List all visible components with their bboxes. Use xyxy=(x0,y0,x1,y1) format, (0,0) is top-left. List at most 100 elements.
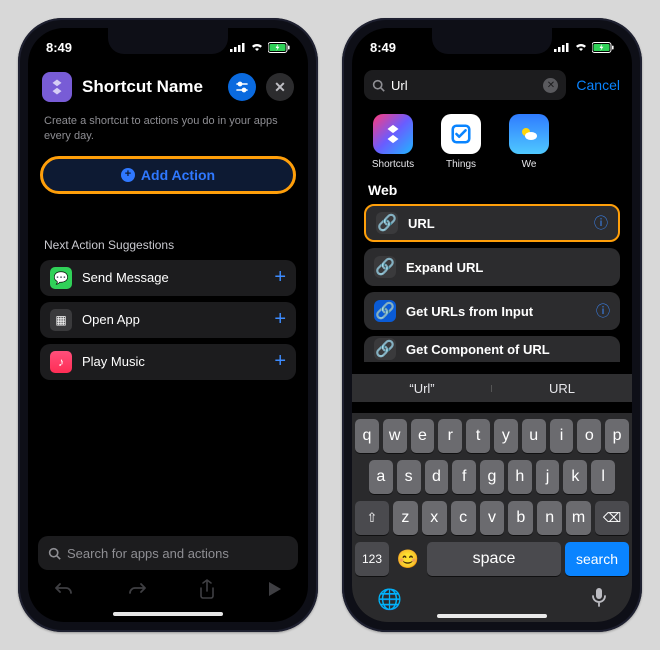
key-b[interactable]: b xyxy=(508,501,533,535)
app-label: We xyxy=(522,159,537,170)
action-label: URL xyxy=(408,216,584,231)
screen: 8:49 Shortcut Name ✕ Create a shortcut t… xyxy=(28,28,308,622)
key-q[interactable]: q xyxy=(355,419,379,453)
music-icon: ♪ xyxy=(50,351,72,373)
action-get-component-of-url[interactable]: 🔗 Get Component of URL xyxy=(364,336,620,362)
status-icons xyxy=(554,42,614,53)
signal-icon xyxy=(554,42,570,52)
action-get-urls-from-input[interactable]: 🔗 Get URLs from Input ⓘ xyxy=(364,292,620,330)
key-j[interactable]: j xyxy=(536,460,560,494)
dictation-icon[interactable] xyxy=(591,587,607,612)
key-m[interactable]: m xyxy=(566,501,591,535)
key-123[interactable]: 123 xyxy=(355,542,389,576)
keyboard-row-1: q w e r t y u i o p xyxy=(355,419,629,453)
share-icon[interactable] xyxy=(199,579,215,599)
cancel-button[interactable]: Cancel xyxy=(576,77,620,93)
key-f[interactable]: f xyxy=(452,460,476,494)
keyboard-row-3: ⇧ z x c v b n m ⌫ xyxy=(355,501,629,535)
status-icons xyxy=(230,42,290,53)
play-icon[interactable] xyxy=(268,581,282,597)
suggestion-open-app[interactable]: ▦ Open App + xyxy=(40,302,296,338)
key-v[interactable]: v xyxy=(480,501,505,535)
key-shift[interactable]: ⇧ xyxy=(355,501,389,535)
key-space[interactable]: space xyxy=(427,542,561,576)
search-icon xyxy=(372,79,385,92)
search-input[interactable]: Url ✕ xyxy=(364,70,566,100)
search-icon xyxy=(48,547,61,560)
intro-text: Create a shortcut to actions you do in y… xyxy=(28,112,308,154)
suggestion-label: Open App xyxy=(82,312,264,327)
key-c[interactable]: c xyxy=(451,501,476,535)
globe-icon[interactable]: 🌐 xyxy=(377,587,402,612)
quicktype-suggestion[interactable]: “Url” xyxy=(352,381,492,396)
action-url[interactable]: 🔗 URL ⓘ xyxy=(364,204,620,242)
key-z[interactable]: z xyxy=(393,501,418,535)
key-delete[interactable]: ⌫ xyxy=(595,501,629,535)
add-icon[interactable]: + xyxy=(274,350,286,373)
add-action-wrap: + Add Action xyxy=(28,154,308,196)
add-icon[interactable]: + xyxy=(274,266,286,289)
editor-header: Shortcut Name ✕ xyxy=(28,66,308,112)
close-icon: ✕ xyxy=(274,79,286,96)
key-n[interactable]: n xyxy=(537,501,562,535)
weather-app-icon xyxy=(509,114,549,154)
notch xyxy=(432,28,552,54)
link-icon: 🔗 xyxy=(374,256,396,278)
key-x[interactable]: x xyxy=(422,501,447,535)
link-icon: 🔗 xyxy=(376,212,398,234)
sliders-icon xyxy=(235,80,249,94)
key-o[interactable]: o xyxy=(577,419,601,453)
key-d[interactable]: d xyxy=(425,460,449,494)
info-icon[interactable]: ⓘ xyxy=(596,301,610,321)
key-k[interactable]: k xyxy=(563,460,587,494)
key-h[interactable]: h xyxy=(508,460,532,494)
clear-button[interactable]: ✕ xyxy=(543,78,558,93)
keyboard: q w e r t y u i o p a s d f g h j k l xyxy=(352,413,632,622)
search-value: Url xyxy=(391,78,408,93)
key-e[interactable]: e xyxy=(411,419,435,453)
close-button[interactable]: ✕ xyxy=(266,73,294,101)
key-emoji[interactable]: 😊 xyxy=(393,542,423,576)
screen: 8:49 Url ✕ Cancel Shortcuts xyxy=(352,28,632,622)
suggestion-label: Play Music xyxy=(82,354,264,369)
search-placeholder: Search for apps and actions xyxy=(67,546,229,561)
app-label: Things xyxy=(446,159,476,170)
suggestion-play-music[interactable]: ♪ Play Music + xyxy=(40,344,296,380)
app-grid-icon: ▦ xyxy=(50,309,72,331)
app-things[interactable]: Things xyxy=(434,114,488,170)
message-icon: 💬 xyxy=(50,267,72,289)
add-icon[interactable]: + xyxy=(274,308,286,331)
suggestion-send-message[interactable]: 💬 Send Message + xyxy=(40,260,296,296)
redo-icon[interactable] xyxy=(127,580,147,598)
app-shortcuts[interactable]: Shortcuts xyxy=(366,114,420,170)
info-icon[interactable]: ⓘ xyxy=(594,213,608,233)
home-indicator[interactable] xyxy=(113,612,223,616)
action-expand-url[interactable]: 🔗 Expand URL xyxy=(364,248,620,286)
key-w[interactable]: w xyxy=(383,419,407,453)
key-i[interactable]: i xyxy=(550,419,574,453)
undo-icon[interactable] xyxy=(54,580,74,598)
bottom-toolbar xyxy=(28,572,308,606)
key-a[interactable]: a xyxy=(369,460,393,494)
quicktype-suggestion[interactable]: URL xyxy=(492,381,632,396)
search-field[interactable]: Search for apps and actions xyxy=(38,536,298,570)
key-p[interactable]: p xyxy=(605,419,629,453)
key-l[interactable]: l xyxy=(591,460,615,494)
shortcut-title[interactable]: Shortcut Name xyxy=(82,77,218,97)
battery-icon xyxy=(592,42,614,53)
key-u[interactable]: u xyxy=(522,419,546,453)
key-search[interactable]: search xyxy=(565,542,629,576)
add-action-button[interactable]: + Add Action xyxy=(40,156,296,194)
app-label: Shortcuts xyxy=(372,159,414,170)
app-weather[interactable]: We xyxy=(502,114,556,170)
web-heading: Web xyxy=(352,180,632,204)
key-y[interactable]: y xyxy=(494,419,518,453)
key-t[interactable]: t xyxy=(466,419,490,453)
action-label: Get URLs from Input xyxy=(406,304,586,319)
settings-button[interactable] xyxy=(228,73,256,101)
home-indicator[interactable] xyxy=(437,614,547,618)
status-time: 8:49 xyxy=(46,40,72,55)
key-r[interactable]: r xyxy=(438,419,462,453)
key-s[interactable]: s xyxy=(397,460,421,494)
key-g[interactable]: g xyxy=(480,460,504,494)
